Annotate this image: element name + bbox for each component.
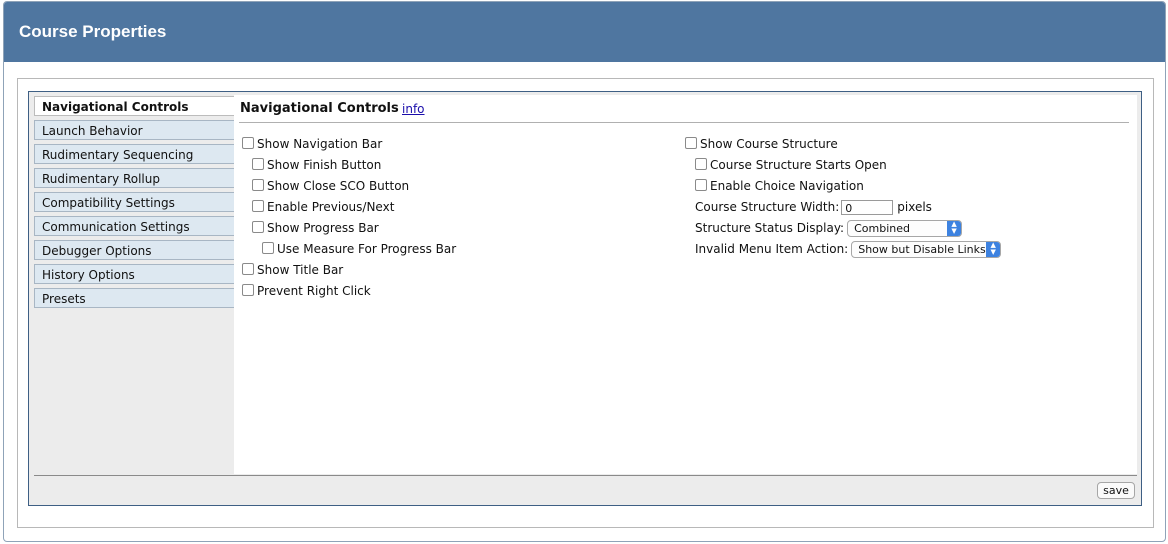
option-label: Show Course Structure <box>700 137 838 151</box>
tab-rudimentary-sequencing[interactable]: Rudimentary Sequencing <box>34 144 234 164</box>
tab-debugger-options[interactable]: Debugger Options <box>34 240 234 260</box>
show-navigation-bar-option[interactable]: Show Navigation Bar <box>242 136 382 152</box>
structure-starts-open-option[interactable]: Course Structure Starts Open <box>695 157 887 173</box>
show-course-structure-checkbox[interactable] <box>685 137 697 149</box>
tab-launch-behavior[interactable]: Launch Behavior <box>34 120 234 140</box>
structure-width-unit: pixels <box>897 200 932 214</box>
show-title-bar-checkbox[interactable] <box>242 263 254 275</box>
show-close-sco-button-checkbox[interactable] <box>252 179 264 191</box>
option-label: Enable Previous/Next <box>267 200 395 214</box>
footer-divider <box>34 475 1137 476</box>
option-label: Show Finish Button <box>267 158 382 172</box>
title-divider <box>239 122 1129 123</box>
tab-rudimentary-rollup[interactable]: Rudimentary Rollup <box>34 168 234 188</box>
invalid-action-value: Show but Disable Links <box>858 243 986 256</box>
option-label: Show Close SCO Button <box>267 179 410 193</box>
prevent-right-click-checkbox[interactable] <box>242 284 254 296</box>
prevent-right-click-option[interactable]: Prevent Right Click <box>242 283 371 299</box>
option-label: Enable Choice Navigation <box>710 179 864 193</box>
option-label: Use Measure For Progress Bar <box>277 242 457 256</box>
tab-history-options[interactable]: History Options <box>34 264 234 284</box>
outer-container: Navigational Controls Launch Behavior Ru… <box>17 78 1154 528</box>
option-label: Prevent Right Click <box>257 284 371 298</box>
show-title-bar-option[interactable]: Show Title Bar <box>242 262 343 278</box>
option-label: Show Progress Bar <box>267 221 379 235</box>
status-display-value: Combined <box>854 222 910 235</box>
use-measure-progress-bar-checkbox[interactable] <box>262 242 274 254</box>
enable-choice-navigation-option[interactable]: Enable Choice Navigation <box>695 178 864 194</box>
section-title: Navigational Controls <box>240 101 399 116</box>
option-label: Course Structure Starts Open <box>710 158 887 172</box>
structure-starts-open-checkbox[interactable] <box>695 158 707 170</box>
show-finish-button-checkbox[interactable] <box>252 158 264 170</box>
tab-communication-settings[interactable]: Communication Settings <box>34 216 234 236</box>
save-button[interactable]: save <box>1097 482 1135 499</box>
properties-panel: Navigational Controls Launch Behavior Ru… <box>28 91 1142 506</box>
status-display-row: Structure Status Display: Combined ▲ ▼ <box>695 220 963 237</box>
course-properties-window: Course Properties Navigational Controls … <box>3 1 1166 542</box>
header-bar: Course Properties <box>4 2 1165 62</box>
status-display-select[interactable]: Combined ▲ ▼ <box>847 220 963 237</box>
option-label: Show Title Bar <box>257 263 344 277</box>
enable-previous-next-option[interactable]: Enable Previous/Next <box>252 199 394 215</box>
sidebar-tabs: Navigational Controls Launch Behavior Ru… <box>34 96 234 312</box>
tab-navigational-controls[interactable]: Navigational Controls <box>34 96 234 116</box>
enable-choice-navigation-checkbox[interactable] <box>695 179 707 191</box>
option-label: Show Navigation Bar <box>257 137 383 151</box>
show-progress-bar-checkbox[interactable] <box>252 221 264 233</box>
show-course-structure-option[interactable]: Show Course Structure <box>685 136 838 152</box>
invalid-action-label: Invalid Menu Item Action: <box>695 242 849 256</box>
tab-compatibility-settings[interactable]: Compatibility Settings <box>34 192 234 212</box>
use-measure-progress-bar-option[interactable]: Use Measure For Progress Bar <box>262 241 456 257</box>
status-display-label: Structure Status Display: <box>695 221 845 235</box>
content-area: Navigational Controls info Show Navigati… <box>234 95 1137 474</box>
show-progress-bar-option[interactable]: Show Progress Bar <box>252 220 379 236</box>
show-finish-button-option[interactable]: Show Finish Button <box>252 157 381 173</box>
show-close-sco-button-option[interactable]: Show Close SCO Button <box>252 178 409 194</box>
select-arrows-icon: ▲ ▼ <box>986 242 1001 257</box>
structure-width-input[interactable]: 0 <box>841 200 894 215</box>
select-arrows-icon: ▲ ▼ <box>947 221 962 236</box>
invalid-action-select[interactable]: Show but Disable Links ▲ ▼ <box>851 241 1002 258</box>
structure-width-label: Course Structure Width: <box>695 200 840 214</box>
tab-presets[interactable]: Presets <box>34 288 234 308</box>
enable-previous-next-checkbox[interactable] <box>252 200 264 212</box>
show-navigation-bar-checkbox[interactable] <box>242 137 254 149</box>
structure-width-row: Course Structure Width: 0 pixels <box>695 199 932 215</box>
page-title: Course Properties <box>19 22 167 41</box>
invalid-action-row: Invalid Menu Item Action: Show but Disabl… <box>695 241 1002 258</box>
info-link[interactable]: info <box>402 102 425 116</box>
